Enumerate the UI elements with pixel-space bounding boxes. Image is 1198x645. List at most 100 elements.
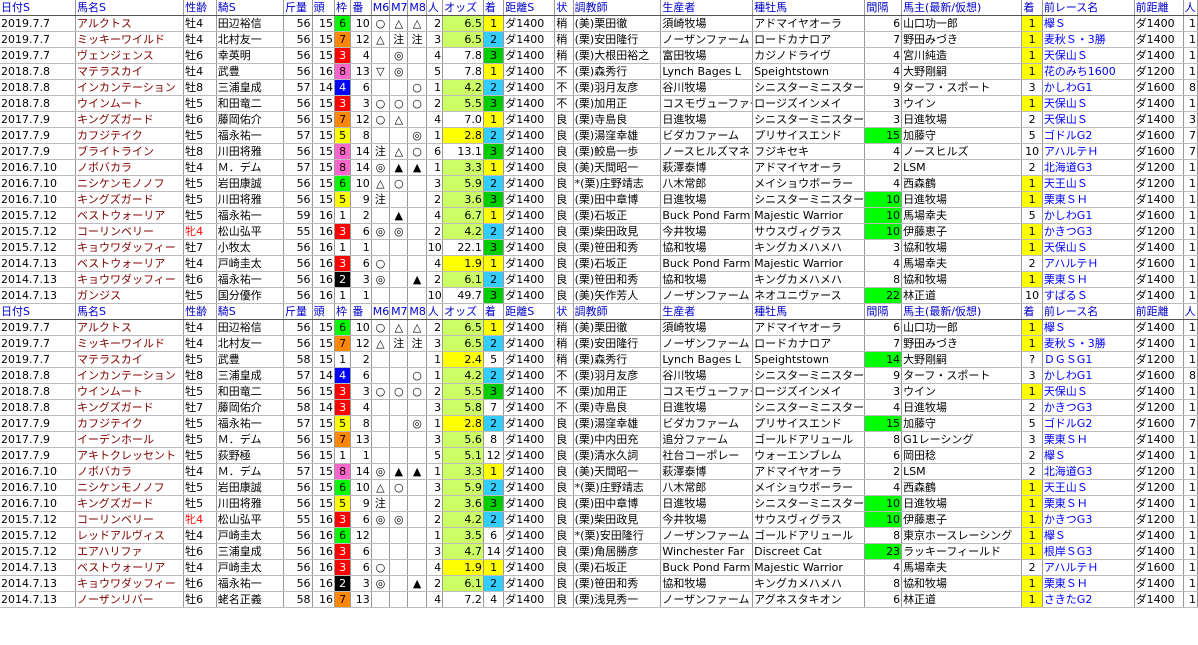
table-row[interactable]: 2018.7.8 インカンテーション 牡8 三浦皇成 57 14 4 6 ○ 1 4.2 2 ダ1400… [0, 79, 1198, 96]
column-header-trainer[interactable]: 調教師 [573, 303, 662, 320]
cell-horse-name[interactable]: ニシケンモノノフ [75, 175, 185, 192]
column-header-prev-distance[interactable]: 前距離 [1134, 303, 1184, 320]
cell-jockey[interactable]: 蛯名正義 [216, 591, 285, 608]
cell-prev-race[interactable]: 麦秋Ｓ・3勝 [1042, 335, 1135, 352]
cell-horse-name[interactable]: アルクトス [75, 15, 185, 32]
cell-horse-name[interactable]: ミッキーワイルド [75, 335, 185, 352]
table-row[interactable]: 2019.7.7 アルクトス 牡4 田辺裕信 56 15 6 10 ○ △ △ 2 6.5 1 ダ1400 稍… [0, 319, 1198, 336]
cell-jockey[interactable]: 荻野極 [216, 447, 285, 464]
cell-horse-name[interactable]: ヴェンジェンス [75, 47, 185, 64]
cell-jockey[interactable]: 小牧太 [216, 239, 285, 256]
column-header-weight[interactable]: 斤量 [283, 0, 313, 16]
cell-horse-name[interactable]: キングズガード [75, 495, 185, 512]
column-header-prev-finish[interactable]: 着 [1021, 303, 1043, 320]
table-row[interactable]: 2017.7.9 カフジテイク 牡5 福永祐一 57 15 5 8 ◎ 1 2.8 2 ダ1400 良 (栗… [0, 415, 1198, 432]
cell-prev-race[interactable]: 欅Ｓ [1042, 15, 1135, 32]
cell-jockey[interactable]: 武豊 [216, 63, 285, 80]
cell-jockey[interactable]: 松山弘平 [216, 511, 285, 528]
cell-trainer[interactable]: (美)矢作芳人 [573, 287, 662, 304]
cell-trainer[interactable]: (栗)安田隆行 [573, 31, 662, 48]
table-row[interactable]: 2018.7.8 ウインムート 牡5 和田竜二 56 15 3 3 ○ ○ ○ 2 5.5 3 ダ1400 不… [0, 383, 1198, 400]
cell-jockey[interactable]: 三浦皇成 [216, 367, 285, 384]
column-header-sex-age[interactable]: 性齢 [183, 0, 217, 16]
column-header-prev-race[interactable]: 前レース名 [1042, 0, 1135, 16]
cell-trainer[interactable]: (栗)湯窪幸雄 [573, 415, 662, 432]
column-header-prev-popularity[interactable]: 人 [1183, 0, 1198, 16]
cell-jockey[interactable]: 岩田康誠 [216, 175, 285, 192]
cell-trainer[interactable]: (栗)安田隆行 [573, 335, 662, 352]
cell-prev-race[interactable]: 北海道G3 [1042, 159, 1135, 176]
cell-horse-name[interactable]: カフジテイク [75, 415, 185, 432]
table-row[interactable]: 2016.7.10 ニシケンモノノフ 牡5 岩田康誠 56 15 6 10 △ ○ 3 5.9 2 ダ14… [0, 479, 1198, 496]
cell-prev-race[interactable]: 天保山Ｓ [1042, 383, 1135, 400]
cell-prev-race[interactable]: 栗東ＳＨ [1042, 191, 1135, 208]
cell-trainer[interactable]: (栗)角居勝彦 [573, 543, 662, 560]
cell-jockey[interactable]: 三浦皇成 [216, 79, 285, 96]
cell-prev-race[interactable]: 花のみち1600 [1042, 63, 1135, 80]
cell-prev-race[interactable]: かしわG1 [1042, 367, 1135, 384]
cell-prev-race[interactable]: かきつG3 [1042, 399, 1135, 416]
cell-prev-race[interactable]: かしわG1 [1042, 207, 1135, 224]
column-header-mark-m7[interactable]: M7 [389, 303, 409, 320]
cell-jockey[interactable]: 三浦皇成 [216, 543, 285, 560]
cell-prev-race[interactable]: 北海道G3 [1042, 463, 1135, 480]
cell-horse-name[interactable]: キョウワダッフィー [75, 271, 185, 288]
cell-horse-name[interactable]: イーデンホール [75, 431, 185, 448]
table-row[interactable]: 2018.7.8 インカンテーション 牡8 三浦皇成 57 14 4 6 ○ 1 4.2 2 ダ1400… [0, 367, 1198, 384]
cell-prev-race[interactable]: ゴドルG2 [1042, 415, 1135, 432]
cell-jockey[interactable]: 福永祐一 [216, 127, 285, 144]
cell-horse-name[interactable]: ウインムート [75, 95, 185, 112]
table-row[interactable]: 2014.7.13 キョウワダッフィー 牡6 福永祐一 56 16 2 3 ◎ ▲ 2 6.1 2 ダ14… [0, 575, 1198, 592]
column-header-odds[interactable]: オッズ [442, 0, 484, 16]
cell-trainer[interactable]: (美)天間昭一 [573, 463, 662, 480]
cell-prev-race[interactable]: アハルテＨ [1042, 143, 1135, 160]
table-row[interactable]: 2016.7.10 ノボバカラ 牡4 Ｍ．デム 57 15 8 14 ◎ ▲ ▲ 1 3.3 1 ダ1400… [0, 159, 1198, 176]
cell-prev-race[interactable]: アハルテＨ [1042, 255, 1135, 272]
cell-horse-name[interactable]: ベストウォーリア [75, 255, 185, 272]
column-header-weight[interactable]: 斤量 [283, 303, 313, 320]
cell-prev-race[interactable]: 栗東ＳＨ [1042, 431, 1135, 448]
cell-horse-name[interactable]: キングズガード [75, 399, 185, 416]
column-header-number[interactable]: 番 [350, 303, 372, 320]
cell-prev-race[interactable]: 栗東ＳＨ [1042, 495, 1135, 512]
cell-trainer[interactable]: (栗)石坂正 [573, 559, 662, 576]
cell-prev-race[interactable]: すばるＳ [1042, 287, 1135, 304]
column-header-mark-m6[interactable]: M6 [371, 303, 391, 320]
cell-trainer[interactable]: (栗)羽月友彦 [573, 367, 662, 384]
cell-horse-name[interactable]: ノーザンリバー [75, 591, 185, 608]
cell-prev-race[interactable]: 栗東ＳＨ [1042, 575, 1135, 592]
cell-jockey[interactable]: 川田将雅 [216, 191, 285, 208]
column-header-distance[interactable]: 距離S [503, 0, 556, 16]
cell-trainer[interactable]: (栗)田中章博 [573, 495, 662, 512]
cell-jockey[interactable]: 幸英明 [216, 47, 285, 64]
table-row[interactable]: 2014.7.13 ベストウォーリア 牡4 戸崎圭太 56 16 3 6 ○ 4 1.9 1 ダ1400… [0, 559, 1198, 576]
cell-prev-race[interactable]: ＤＧＳG1 [1042, 351, 1135, 368]
cell-trainer[interactable]: (栗)笹田和秀 [573, 575, 662, 592]
table-row[interactable]: 2015.7.12 コーリンベリー 牝4 松山弘平 55 16 3 6 ◎ ◎ 2 4.2 2 ダ1400… [0, 511, 1198, 528]
cell-trainer[interactable]: *(栗)安田隆行 [573, 527, 662, 544]
cell-trainer[interactable]: (栗)柴田政見 [573, 223, 662, 240]
column-header-gate[interactable]: 枠 [334, 303, 352, 320]
column-header-mark-m8[interactable]: M8 [407, 303, 427, 320]
cell-trainer[interactable]: *(栗)庄野靖志 [573, 479, 662, 496]
cell-horse-name[interactable]: ミッキーワイルド [75, 31, 185, 48]
cell-jockey[interactable]: 福永祐一 [216, 575, 285, 592]
cell-horse-name[interactable]: カフジテイク [75, 127, 185, 144]
cell-jockey[interactable]: 田辺裕信 [216, 319, 285, 336]
cell-trainer[interactable]: (美)栗田徹 [573, 319, 662, 336]
column-header-prev-finish[interactable]: 着 [1021, 0, 1043, 16]
cell-jockey[interactable]: Ｍ．デム [216, 463, 285, 480]
cell-jockey[interactable]: 川田将雅 [216, 495, 285, 512]
cell-jockey[interactable]: 和田竜二 [216, 383, 285, 400]
cell-trainer[interactable]: (栗)寺島良 [573, 399, 662, 416]
table-row[interactable]: 2015.7.12 キョウワダッフィー 牡7 小牧太 56 16 1 1 10 22.1 3 ダ140… [0, 239, 1198, 256]
column-header-horse-name[interactable]: 馬名S [75, 303, 185, 320]
cell-jockey[interactable]: 国分優作 [216, 287, 285, 304]
cell-prev-race[interactable]: さきたG2 [1042, 591, 1135, 608]
cell-trainer[interactable]: *(栗)庄野靖志 [573, 175, 662, 192]
column-header-number[interactable]: 番 [350, 0, 372, 16]
table-row[interactable]: 2017.7.9 キングズガード 牡6 藤岡佑介 56 15 7 12 ○ △ 4 7.0 1 ダ1400… [0, 111, 1198, 128]
cell-trainer[interactable]: (栗)笹田和秀 [573, 239, 662, 256]
table-row[interactable]: 2019.7.7 ミッキーワイルド 牡4 北村友一 56 15 7 12 △ 注注 3 6.5 2 ダ14… [0, 335, 1198, 352]
cell-jockey[interactable]: 松山弘平 [216, 223, 285, 240]
